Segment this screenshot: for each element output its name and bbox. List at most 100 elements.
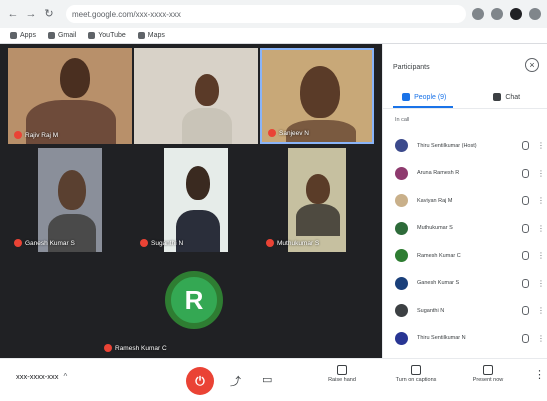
mic-off-icon <box>266 239 274 247</box>
camera-icon[interactable]: ▭ <box>262 373 272 386</box>
call-controls-bar: xxx-xxxx-xxx ^ ⏻ ⤴ ▭ Raise hand Turn on c… <box>0 358 547 401</box>
back-icon[interactable]: ← <box>6 7 20 21</box>
video-tile[interactable]: Rajiv Raj M <box>8 48 132 144</box>
menu-icon[interactable] <box>529 8 541 20</box>
participant-name: Ganesh Kumar S <box>25 239 75 247</box>
chevron-up-icon: ^ <box>63 372 68 381</box>
bookmarks-bar: Apps Gmail YouTube Maps <box>0 28 547 44</box>
list-item[interactable]: Muthukumar S ⋮ <box>383 215 547 243</box>
bookmark-youtube[interactable]: YouTube <box>88 32 126 39</box>
more-vert-icon[interactable]: ⋮ <box>537 169 545 178</box>
people-icon <box>402 93 411 101</box>
star-icon[interactable] <box>491 8 503 20</box>
extension-icon[interactable] <box>472 8 484 20</box>
section-label: In call <box>395 117 410 123</box>
video-stage: Rajiv Raj M Sanjeev N Ganesh Kumar S Sug… <box>0 44 382 358</box>
microphone-icon[interactable]: ⤴ <box>230 373 241 389</box>
forward-icon[interactable]: → <box>24 7 38 21</box>
video-tile[interactable]: Suganthi N <box>134 148 258 252</box>
mic-off-icon <box>14 239 22 247</box>
avatar <box>395 139 408 153</box>
list-item[interactable]: Ramesh Kumar C ⋮ <box>383 242 547 270</box>
avatar-tile[interactable]: R Ramesh Kumar C <box>98 256 284 358</box>
present-now-button[interactable]: Present now <box>466 365 510 383</box>
mic-icon[interactable] <box>522 333 529 343</box>
person-silhouette <box>296 204 340 236</box>
more-vert-icon[interactable]: ⋮ <box>537 141 545 150</box>
list-item[interactable]: Thiru Sentilkumar N ⋮ <box>383 325 547 353</box>
participant-name: Suganthi N <box>417 307 445 314</box>
mic-icon[interactable] <box>522 278 529 288</box>
participant-name: Rajiv Raj M <box>25 131 59 139</box>
avatar: R <box>165 271 223 329</box>
participant-name: Thiru Sentilkumar N <box>417 335 466 342</box>
leave-call-button[interactable]: ⏻ <box>186 367 214 395</box>
more-vert-icon[interactable]: ⋮ <box>537 279 545 288</box>
mic-off-icon <box>104 344 112 352</box>
more-vert-icon[interactable]: ⋮ <box>537 334 545 343</box>
mic-off-icon <box>140 239 148 247</box>
url-text: meet.google.com/xxx-xxxx-xxx <box>72 9 181 19</box>
more-vert-icon[interactable]: ⋮ <box>534 370 545 381</box>
tab-chat[interactable]: Chat <box>466 88 547 106</box>
more-vert-icon[interactable]: ⋮ <box>537 306 545 315</box>
participant-name: Muthukumar S <box>277 239 320 247</box>
avatar <box>395 276 408 290</box>
video-tile[interactable]: Ganesh Kumar S <box>8 148 132 252</box>
more-vert-icon[interactable]: ⋮ <box>537 251 545 260</box>
maps-icon <box>137 32 145 39</box>
more-vert-icon[interactable]: ⋮ <box>537 196 545 205</box>
panel-title: Participants <box>393 64 430 71</box>
mic-icon[interactable] <box>522 196 529 206</box>
bookmark-maps[interactable]: Maps <box>137 32 165 39</box>
browser-toolbar: ← → ↻ meet.google.com/xxx-xxxx-xxx <box>0 0 547 28</box>
mic-icon[interactable] <box>522 251 529 261</box>
list-item[interactable]: Kaviyan Raj M ⋮ <box>383 187 547 215</box>
participant-name: Ramesh Kumar C <box>115 344 167 352</box>
raise-hand-button[interactable]: Raise hand <box>320 365 364 383</box>
list-item[interactable]: Aruna Ramesh R ⋮ <box>383 160 547 188</box>
meeting-details-button[interactable]: xxx-xxxx-xxx ^ <box>16 372 67 381</box>
gmail-icon <box>47 32 55 39</box>
list-item[interactable]: Thiru Sentilkumar (Host) ⋮ <box>383 132 547 160</box>
tab-people[interactable]: People (9) <box>383 88 466 106</box>
close-icon[interactable]: × <box>525 58 539 72</box>
present-icon <box>483 365 493 375</box>
captions-button[interactable]: Turn on captions <box>394 365 438 383</box>
list-item[interactable]: Ganesh Kumar S ⋮ <box>383 270 547 298</box>
bookmark-apps[interactable]: Apps <box>10 32 36 39</box>
participant-name: Thiru Sentilkumar (Host) <box>417 142 477 149</box>
mic-icon[interactable] <box>522 141 529 151</box>
mic-icon[interactable] <box>522 168 529 178</box>
video-tile[interactable]: Muthukumar S <box>260 148 374 252</box>
list-item[interactable]: Suganthi N ⋮ <box>383 297 547 325</box>
avatar <box>395 331 408 345</box>
youtube-icon <box>88 32 96 39</box>
participant-name: Muthukumar S <box>417 225 453 232</box>
reload-icon[interactable]: ↻ <box>42 7 56 21</box>
video-tile[interactable]: Sanjeev N <box>260 48 374 144</box>
person-head <box>300 66 340 118</box>
participant-name: Aruna Ramesh R <box>417 170 460 177</box>
video-tile[interactable] <box>134 48 258 144</box>
address-bar[interactable]: meet.google.com/xxx-xxxx-xxx <box>66 5 466 23</box>
chat-icon <box>493 93 502 101</box>
participant-name: Ganesh Kumar S <box>417 280 460 287</box>
mic-icon[interactable] <box>522 306 529 316</box>
captions-icon <box>411 365 421 375</box>
avatar <box>395 304 408 318</box>
avatar <box>395 166 408 180</box>
participant-name: Ramesh Kumar C <box>417 252 461 259</box>
mic-icon[interactable] <box>522 223 529 233</box>
avatar <box>395 249 408 263</box>
more-vert-icon[interactable]: ⋮ <box>537 224 545 233</box>
person-silhouette <box>182 108 232 144</box>
participant-name: Sanjeev N <box>279 129 309 137</box>
participants-panel: Participants × People (9) Chat In call T… <box>382 44 547 358</box>
bookmark-gmail[interactable]: Gmail <box>47 32 76 39</box>
mic-off-icon <box>14 131 22 139</box>
divider <box>383 108 547 109</box>
person-head <box>60 58 90 98</box>
profile-avatar[interactable] <box>510 8 522 20</box>
raise-hand-icon <box>337 365 347 375</box>
